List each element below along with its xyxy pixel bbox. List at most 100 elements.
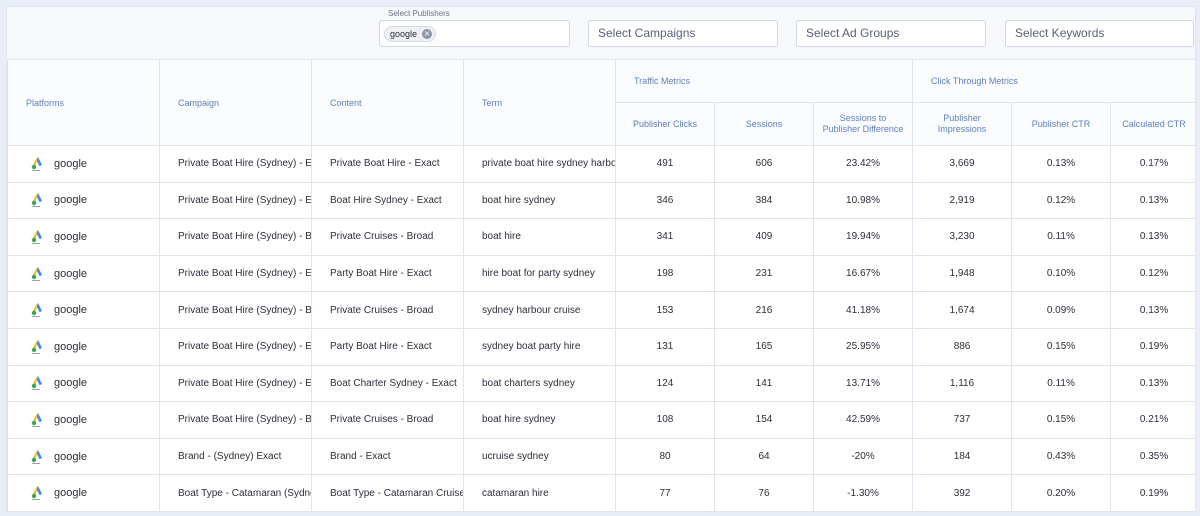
campaign-cell: Private Boat Hire (Sydney) - Exact xyxy=(159,364,312,403)
header-ctr-metrics: Click Through Metrics xyxy=(912,59,1195,103)
header-sessions[interactable]: Sessions xyxy=(714,102,814,146)
platform-label: google xyxy=(54,230,88,243)
platform-cell: google xyxy=(7,218,160,256)
platform-label: google xyxy=(54,340,88,353)
google-ads-icon xyxy=(30,266,46,282)
publisher-ctr-cell: 0.11% xyxy=(1011,218,1112,256)
platform-cell: google xyxy=(7,254,160,293)
publisher-clicks-cell: 108 xyxy=(615,401,715,439)
sessions-cell: 384 xyxy=(714,181,814,220)
header-publisher-clicks[interactable]: Publisher Clicks xyxy=(615,102,715,146)
table-row[interactable]: google Private Boat Hire (Sydney) - Exact… xyxy=(7,364,1195,403)
publisher-ctr-cell: 0.13% xyxy=(1011,145,1112,183)
header-term[interactable]: Term xyxy=(463,59,616,146)
table-row[interactable]: google Private Boat Hire (Sydney) - Broad… xyxy=(7,401,1195,439)
header-campaign[interactable]: Campaign xyxy=(159,59,312,146)
keywords-placeholder: Select Keywords xyxy=(1015,26,1105,40)
google-ads-icon xyxy=(30,412,46,428)
publisher-clicks-cell: 80 xyxy=(615,437,715,476)
header-calculated-ctr[interactable]: Calculated CTR xyxy=(1110,102,1195,146)
publisher-chip: google × xyxy=(384,26,437,42)
publisher-ctr-cell: 0.09% xyxy=(1011,291,1112,329)
table-row[interactable]: google Private Boat Hire (Sydney) - Broad… xyxy=(7,291,1195,329)
table-row[interactable]: google Private Boat Hire (Sydney) - Exact… xyxy=(7,327,1195,366)
term-cell: catamaran hire xyxy=(463,474,616,511)
content-cell: Private Cruises - Broad xyxy=(311,291,464,329)
publisher-clicks-cell: 346 xyxy=(615,181,715,220)
publisher-clicks-cell: 124 xyxy=(615,364,715,403)
calculated-ctr-cell: 0.13% xyxy=(1110,181,1195,220)
campaign-cell: Private Boat Hire (Sydney) - Exact xyxy=(159,181,312,220)
sessions-difference-cell: 42.59% xyxy=(812,401,914,439)
publisher-clicks-cell: 341 xyxy=(615,218,715,256)
sessions-cell: 76 xyxy=(714,474,814,511)
publisher-impressions-cell: 737 xyxy=(912,401,1013,439)
header-platforms[interactable]: Platforms xyxy=(7,59,160,146)
sessions-cell: 409 xyxy=(714,218,814,256)
campaigns-placeholder: Select Campaigns xyxy=(598,26,696,40)
calculated-ctr-cell: 0.19% xyxy=(1110,327,1195,366)
content-cell: Party Boat Hire - Exact xyxy=(311,327,464,366)
table-row[interactable]: google Brand - (Sydney) Exact Brand - Exac… xyxy=(7,437,1195,476)
header-publisher-impressions[interactable]: Publisher Impressions xyxy=(912,102,1013,146)
term-cell: ucruise sydney xyxy=(463,437,616,476)
sessions-difference-cell: 23.42% xyxy=(812,145,914,183)
publisher-impressions-cell: 392 xyxy=(912,474,1013,511)
publisher-impressions-cell: 2,919 xyxy=(912,181,1013,220)
platform-label: google xyxy=(54,304,88,317)
term-cell: sydney boat party hire xyxy=(463,327,616,366)
calculated-ctr-cell: 0.21% xyxy=(1110,401,1195,439)
publisher-ctr-cell: 0.15% xyxy=(1011,327,1112,366)
sessions-cell: 231 xyxy=(714,254,814,293)
term-cell: boat hire sydney xyxy=(463,181,616,220)
table-row[interactable]: google Private Boat Hire (Sydney) - Exact… xyxy=(7,145,1195,183)
publishers-select[interactable]: google × xyxy=(379,20,570,47)
campaign-cell: Private Boat Hire (Sydney) - Exact xyxy=(159,254,312,293)
header-publisher-ctr[interactable]: Publisher CTR xyxy=(1011,102,1112,146)
sessions-difference-cell: 13.71% xyxy=(812,364,914,403)
calculated-ctr-cell: 0.13% xyxy=(1110,364,1195,403)
sessions-difference-cell: 25.95% xyxy=(812,327,914,366)
publishers-label: Select Publishers xyxy=(388,9,450,18)
term-cell: private boat hire sydney harbour xyxy=(463,145,616,183)
platform-cell: google xyxy=(7,364,160,403)
content-cell: Boat Type - Catamaran Cruises xyxy=(311,474,464,511)
header-content[interactable]: Content xyxy=(311,59,464,146)
google-ads-icon xyxy=(30,192,46,208)
chip-remove-icon[interactable]: × xyxy=(422,29,433,39)
adgroups-select[interactable]: Select Ad Groups xyxy=(796,20,986,47)
platform-label: google xyxy=(54,487,88,500)
sessions-difference-cell: -1.30% xyxy=(812,474,914,511)
campaign-cell: Private Boat Hire (Sydney) - Broad xyxy=(159,401,312,439)
sessions-difference-cell: 10.98% xyxy=(812,181,914,220)
google-ads-icon xyxy=(30,229,46,245)
table-row[interactable]: google Private Boat Hire (Sydney) - Exact… xyxy=(7,254,1195,293)
sessions-cell: 606 xyxy=(714,145,814,183)
campaign-cell: Brand - (Sydney) Exact xyxy=(159,437,312,476)
calculated-ctr-cell: 0.19% xyxy=(1110,474,1195,511)
report-panel: Select Publishers google × Select Campai… xyxy=(6,6,1196,512)
table-row[interactable]: google Boat Type - Catamaran (Sydney) Boat… xyxy=(7,474,1195,511)
google-ads-icon xyxy=(30,375,46,391)
sessions-difference-cell: -20% xyxy=(812,437,914,476)
publisher-clicks-cell: 491 xyxy=(615,145,715,183)
publisher-clicks-cell: 198 xyxy=(615,254,715,293)
table-row[interactable]: google Private Boat Hire (Sydney) - Broad… xyxy=(7,218,1195,256)
publisher-ctr-cell: 0.20% xyxy=(1011,474,1112,511)
metrics-table: Platforms Campaign Content Term Traffic … xyxy=(7,59,1195,511)
adgroups-placeholder: Select Ad Groups xyxy=(806,26,900,40)
keywords-select[interactable]: Select Keywords xyxy=(1005,20,1194,47)
sessions-difference-cell: 41.18% xyxy=(812,291,914,329)
google-ads-icon xyxy=(30,339,46,355)
campaign-cell: Private Boat Hire (Sydney) - Exact xyxy=(159,145,312,183)
platform-label: google xyxy=(54,267,88,280)
calculated-ctr-cell: 0.13% xyxy=(1110,291,1195,329)
publisher-ctr-cell: 0.12% xyxy=(1011,181,1112,220)
header-sessions-difference[interactable]: Sessions to Publisher Difference xyxy=(812,102,914,146)
campaign-cell: Boat Type - Catamaran (Sydney) xyxy=(159,474,312,511)
sessions-difference-cell: 16.67% xyxy=(812,254,914,293)
header-traffic-metrics: Traffic Metrics xyxy=(614,59,914,103)
publisher-ctr-cell: 0.10% xyxy=(1011,254,1112,293)
campaigns-select[interactable]: Select Campaigns xyxy=(588,20,778,47)
table-row[interactable]: google Private Boat Hire (Sydney) - Exact… xyxy=(7,181,1195,220)
